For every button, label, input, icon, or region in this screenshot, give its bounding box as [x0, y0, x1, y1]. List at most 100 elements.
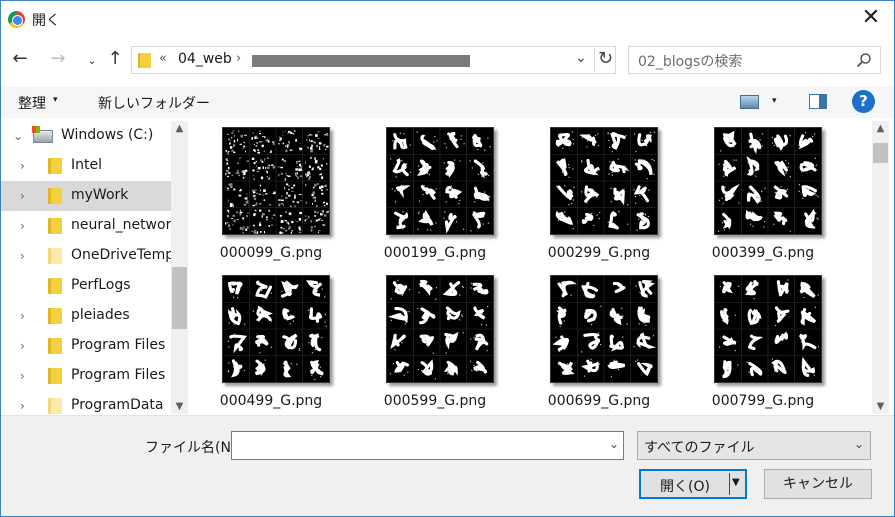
file-name: 000199_G.png — [383, 245, 487, 261]
open-file-dialog: 開く ✕ ← → ⌄ ↑ « 04_web › ⌄ ↻ 02_blogsの検索 … — [0, 0, 895, 517]
recent-locations-chevron-icon[interactable]: ⌄ — [81, 50, 103, 72]
file-name: 000399_G.png — [711, 245, 815, 261]
open-button[interactable]: 開く(O) ▼ — [639, 469, 747, 499]
scroll-down-arrow-icon[interactable]: ▼ — [872, 401, 889, 412]
file-name: 000099_G.png — [219, 245, 323, 261]
scrollbar-thumb[interactable] — [873, 143, 888, 163]
expand-chevron-icon[interactable]: › — [20, 399, 25, 413]
tree-item[interactable]: › pleiades — [1, 301, 171, 331]
organize-dropdown-icon[interactable]: ▾ — [53, 95, 58, 105]
file-name: 000699_G.png — [547, 393, 651, 409]
file-item[interactable]: 000499_G.png — [205, 269, 337, 412]
tree-item[interactable]: › Program Files — [1, 331, 171, 361]
cancel-button[interactable]: キャンセル — [764, 469, 872, 499]
dialog-footer: ファイル名(N): ⌄ すべてのファイル ⌄ 開く(O) ▼ キャンセル — [1, 415, 894, 516]
command-bar: 整理 ▾ 新しいフォルダー ▾ ? — [1, 86, 894, 118]
tree-item[interactable]: PerfLogs — [1, 271, 171, 301]
scrollbar-thumb[interactable] — [172, 267, 187, 329]
navigation-scrollbar[interactable]: ▲ ▼ — [171, 121, 188, 414]
search-input[interactable]: 02_blogsの検索 — [638, 51, 742, 71]
view-dropdown-icon[interactable]: ▾ — [772, 96, 777, 106]
file-item[interactable]: 000599_G.png — [369, 269, 501, 412]
folder-icon — [48, 368, 62, 384]
breadcrumb-overflow-icon[interactable]: « — [159, 51, 167, 66]
scroll-up-arrow-icon[interactable]: ▲ — [872, 123, 889, 134]
up-arrow-icon[interactable]: ↑ — [104, 48, 126, 70]
image-thumbnail — [714, 275, 822, 383]
file-item[interactable]: 000299_G.png — [533, 121, 665, 264]
file-type-dropdown-icon[interactable]: ⌄ — [854, 437, 864, 451]
image-thumbnail — [550, 127, 658, 235]
filename-label: ファイル名(N): — [145, 440, 242, 456]
close-button[interactable]: ✕ — [848, 1, 894, 37]
image-thumbnail — [386, 127, 494, 235]
redacted-breadcrumb — [252, 55, 470, 67]
expand-chevron-icon[interactable]: › — [20, 369, 25, 383]
search-icon[interactable] — [856, 52, 872, 68]
tree-item[interactable]: › myWork — [1, 181, 171, 211]
folder-icon — [48, 338, 62, 354]
expand-chevron-icon[interactable]: › — [20, 159, 25, 173]
image-thumbnail — [550, 275, 658, 383]
forward-arrow-icon[interactable]: → — [47, 48, 69, 70]
file-list[interactable]: 000099_G.png 000199_G.png 000299_G.png 0003… — [189, 121, 872, 414]
refresh-icon[interactable]: ↻ — [594, 48, 616, 72]
folder-icon — [48, 158, 62, 174]
file-item[interactable]: 000099_G.png — [205, 121, 337, 264]
tree-item-label: PerfLogs — [71, 277, 131, 293]
file-type-value[interactable]: すべてのファイル — [644, 437, 754, 457]
filename-field[interactable]: ⌄ — [231, 431, 624, 460]
dialog-title: 開く — [32, 13, 60, 29]
folder-icon — [138, 53, 151, 68]
tree-item-label: Program Files ( — [71, 367, 176, 383]
open-button-label[interactable]: 開く(O) — [640, 476, 730, 496]
expand-chevron-icon[interactable]: › — [20, 219, 25, 233]
file-item[interactable]: 000699_G.png — [533, 269, 665, 412]
back-arrow-icon[interactable]: ← — [9, 48, 31, 70]
tree-item[interactable]: › ProgramData — [1, 391, 171, 414]
scroll-down-arrow-icon[interactable]: ▼ — [171, 401, 188, 412]
tree-item[interactable]: › Intel — [1, 151, 171, 181]
expand-chevron-icon[interactable]: › — [20, 339, 25, 353]
address-dropdown-icon[interactable]: ⌄ — [572, 50, 590, 70]
file-item[interactable]: 000199_G.png — [369, 121, 501, 264]
tree-item-label: OneDriveTemp — [71, 247, 175, 263]
tree-item[interactable]: › neural_network — [1, 211, 179, 241]
tree-item-label: Program Files — [71, 337, 166, 353]
help-icon[interactable]: ? — [852, 90, 875, 113]
organize-button[interactable]: 整理 — [18, 93, 46, 113]
search-box[interactable]: 02_blogsの検索 — [628, 46, 881, 74]
folder-icon — [48, 188, 62, 204]
file-name: 000799_G.png — [711, 393, 815, 409]
folder-icon — [48, 218, 62, 234]
breadcrumb-separator-icon[interactable]: › — [236, 51, 241, 66]
tree-item[interactable]: › OneDriveTemp — [1, 241, 175, 271]
tree-item[interactable]: › Program Files ( — [1, 361, 175, 391]
file-name: 000499_G.png — [219, 393, 323, 409]
drive-icon — [32, 126, 53, 143]
tree-item[interactable]: ⌄ Windows (C:) — [1, 121, 171, 151]
split-divider — [729, 473, 730, 495]
file-type-select[interactable]: すべてのファイル ⌄ — [637, 431, 871, 460]
view-options-icon[interactable] — [740, 95, 759, 109]
file-item[interactable]: 000799_G.png — [697, 269, 829, 412]
file-name: 000299_G.png — [547, 245, 651, 261]
breadcrumb-segment[interactable]: 04_web — [178, 51, 232, 67]
scroll-up-arrow-icon[interactable]: ▲ — [171, 123, 188, 134]
navigation-pane[interactable]: ⌄ Windows (C:) › Intel › myWork › neural_networ… — [1, 121, 188, 414]
expand-chevron-icon[interactable]: › — [20, 189, 25, 203]
filename-dropdown-icon[interactable]: ⌄ — [609, 437, 619, 451]
image-thumbnail — [222, 127, 330, 235]
address-bar[interactable]: « 04_web › ⌄ ↻ — [131, 46, 616, 74]
tree-item-label: Intel — [71, 157, 102, 173]
expand-chevron-icon[interactable]: › — [20, 249, 25, 263]
open-dropdown-icon[interactable]: ▼ — [732, 477, 740, 488]
expand-chevron-icon[interactable]: › — [20, 309, 25, 323]
file-item[interactable]: 000399_G.png — [697, 121, 829, 264]
new-folder-button[interactable]: 新しいフォルダー — [98, 93, 210, 113]
title-bar: 開く ✕ — [1, 1, 894, 37]
preview-pane-icon[interactable] — [809, 94, 827, 109]
folder-icon — [48, 308, 62, 324]
file-list-scrollbar[interactable]: ▲ ▼ — [872, 121, 889, 414]
expand-chevron-icon[interactable]: ⌄ — [13, 129, 23, 143]
